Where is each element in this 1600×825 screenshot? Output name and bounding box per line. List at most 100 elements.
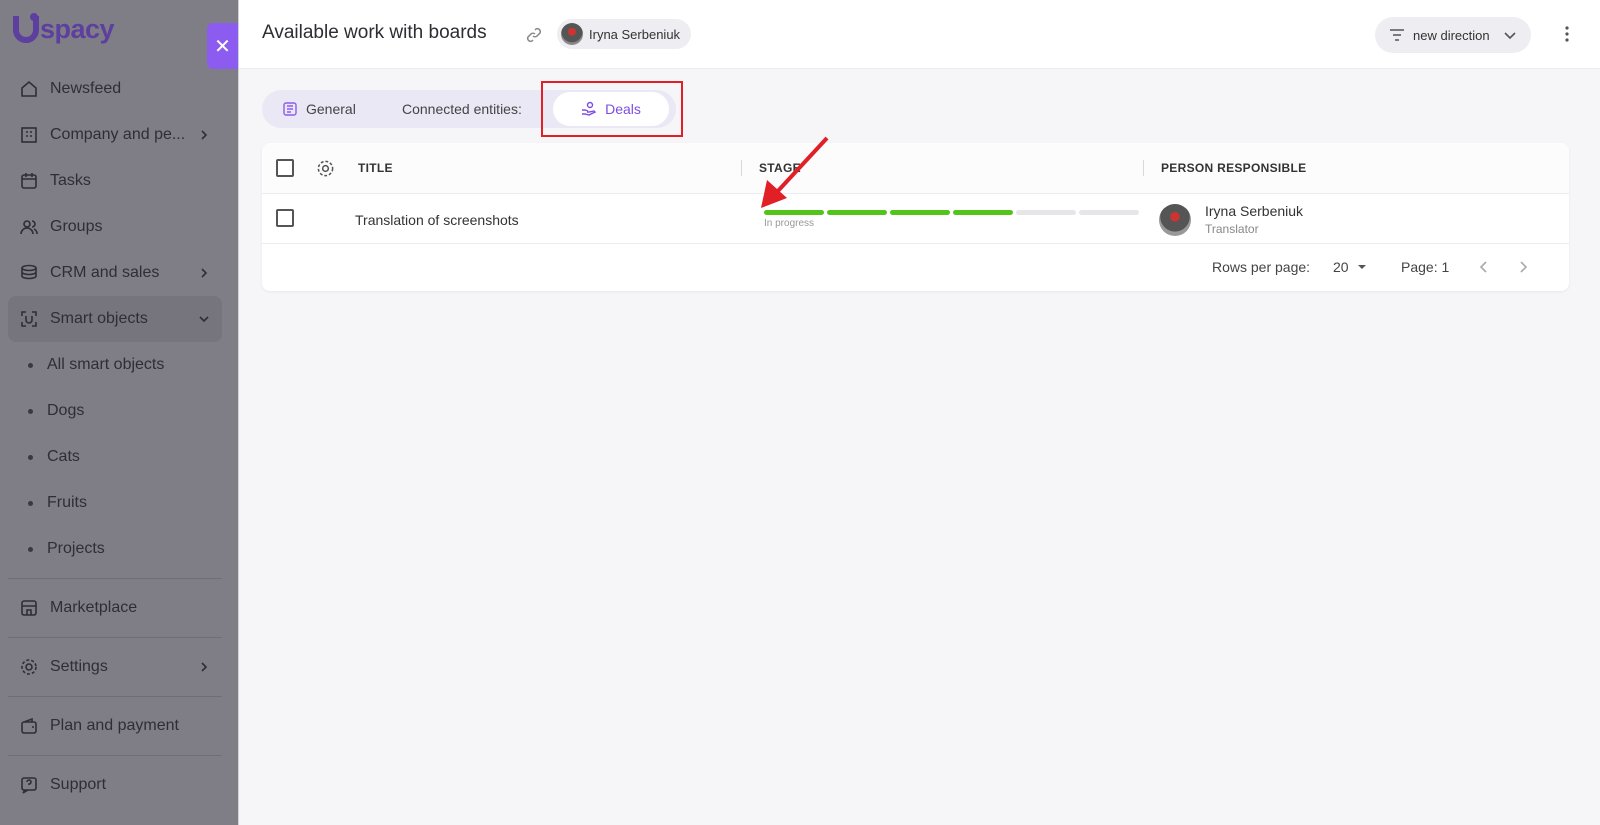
user-chip-name: Iryna Serbeniuk: [589, 26, 681, 42]
sidebar-item-marketplace[interactable]: Marketplace: [8, 585, 222, 631]
sidebar-item-crm[interactable]: CRM and sales: [8, 250, 222, 296]
logo-mark-icon: [13, 13, 39, 43]
column-divider: [741, 160, 742, 176]
bullet-icon: [28, 454, 33, 460]
home-icon: [18, 78, 40, 100]
red-arrow-annotation: [761, 136, 829, 208]
sidebar-item-label: Company and pe...: [50, 126, 186, 143]
gear-icon[interactable]: [316, 159, 335, 178]
sidebar-item-label: Support: [50, 776, 107, 793]
filter-icon: [1390, 29, 1404, 41]
stage-segment: [827, 210, 887, 215]
sidebar-nav: Newsfeed Company and pe... Tasks Groups …: [8, 66, 222, 808]
rows-per-page-select[interactable]: 20: [1333, 259, 1367, 275]
sidebar-item-company[interactable]: Company and pe...: [8, 112, 222, 158]
stage-segment: [953, 210, 1013, 215]
divider: [8, 755, 222, 756]
avatar: [1159, 203, 1191, 236]
sidebar-item-label: CRM and sales: [50, 264, 160, 281]
connected-entities-label: Connected entities:: [402, 101, 522, 117]
stage-label: In progress: [764, 218, 815, 229]
person-name: Iryna Serbeniuk: [1205, 203, 1304, 219]
table-header: TITLE STAGE PERSON RESPONSIBLE: [262, 143, 1569, 194]
deals-table: TITLE STAGE PERSON RESPONSIBLE Translati…: [262, 143, 1569, 291]
side-panel: Available work with boards Iryna Serbeni…: [238, 0, 1600, 825]
sidebar-subitem-dogs[interactable]: Dogs: [8, 388, 222, 434]
calendar-icon: [18, 170, 40, 192]
sidebar-item-label: Newsfeed: [50, 80, 122, 97]
stage-segment: [890, 210, 950, 215]
highlight-annotation: [541, 81, 683, 137]
sidebar-subitem-label: Dogs: [47, 402, 85, 419]
rows-per-page-label: Rows per page:: [1212, 259, 1311, 275]
sidebar-item-tasks[interactable]: Tasks: [8, 158, 222, 204]
coins-icon: [18, 262, 40, 284]
tab-general-label: General: [306, 101, 356, 117]
user-chip[interactable]: Iryna Serbeniuk: [557, 19, 692, 49]
divider: [8, 637, 222, 638]
sidebar-item-label: Tasks: [50, 172, 91, 189]
chevron-right-icon: [201, 662, 208, 672]
wallet-icon: [18, 715, 40, 737]
sidebar-item-label: Groups: [50, 218, 103, 235]
sidebar-item-label: Plan and payment: [50, 717, 179, 734]
direction-label: new direction: [1413, 27, 1490, 43]
stage-progress[interactable]: In progress: [764, 210, 1144, 229]
chevron-left-icon[interactable]: [1475, 258, 1493, 276]
sidebar-item-label: Smart objects: [50, 310, 148, 327]
sidebar-item-groups[interactable]: Groups: [8, 204, 222, 250]
sidebar-item-settings[interactable]: Settings: [8, 644, 222, 690]
deal-title-link[interactable]: Translation of screenshots: [355, 212, 519, 228]
sidebar-item-newsfeed[interactable]: Newsfeed: [8, 66, 222, 112]
close-panel-button[interactable]: ✕: [207, 23, 238, 69]
person-role: Translator: [1205, 222, 1259, 236]
sidebar-subitem-fruits[interactable]: Fruits: [8, 480, 222, 526]
gear-icon: [18, 656, 40, 678]
bullet-icon: [28, 362, 33, 368]
sidebar-subitem-label: Fruits: [47, 494, 87, 511]
sidebar-subitem-label: All smart objects: [47, 356, 165, 373]
sidebar-subitem-all-smart-objects[interactable]: All smart objects: [8, 342, 222, 388]
column-divider: [1143, 160, 1144, 176]
person-responsible[interactable]: Iryna Serbeniuk Translator: [1159, 203, 1303, 236]
sidebar-subitem-label: Cats: [47, 448, 80, 465]
direction-select[interactable]: new direction: [1375, 17, 1531, 53]
users-icon: [18, 216, 40, 238]
panel-header: Available work with boards Iryna Serbeni…: [239, 0, 1600, 69]
chevron-right-icon[interactable]: [1514, 258, 1532, 276]
column-header-title[interactable]: TITLE: [358, 161, 393, 175]
sidebar-item-support[interactable]: Support: [8, 762, 222, 808]
row-checkbox[interactable]: [276, 209, 294, 227]
sidebar-item-plan[interactable]: Plan and payment: [8, 703, 222, 749]
sidebar-subitem-label: Projects: [47, 540, 105, 557]
chevron-down-icon: [1504, 32, 1516, 40]
table-row[interactable]: Translation of screenshots In progress I…: [262, 194, 1569, 244]
rows-per-page-value: 20: [1333, 259, 1349, 275]
sidebar-item-label: Settings: [50, 658, 108, 675]
link-icon[interactable]: [525, 26, 543, 44]
sidebar-subitem-cats[interactable]: Cats: [8, 434, 222, 480]
document-icon: [283, 102, 297, 116]
building-icon: [18, 124, 40, 146]
bullet-icon: [28, 546, 33, 552]
sidebar-item-smart-objects[interactable]: Smart objects: [8, 296, 222, 342]
store-icon: [18, 597, 40, 619]
column-header-person[interactable]: PERSON RESPONSIBLE: [1161, 161, 1306, 175]
chevron-right-icon: [201, 130, 208, 140]
page-title: Available work with boards: [262, 22, 487, 43]
tab-general[interactable]: General: [282, 90, 356, 128]
logo-text: spacy: [40, 13, 115, 44]
caret-down-icon: [1357, 265, 1366, 269]
select-all-checkbox[interactable]: [276, 159, 294, 177]
bullet-icon: [28, 408, 33, 414]
chevron-right-icon: [201, 268, 208, 278]
stage-segment: [1016, 210, 1076, 215]
stage-segment: [764, 210, 824, 215]
avatar: [561, 23, 583, 45]
sidebar: spacy Newsfeed Company and pe... Tasks G…: [0, 0, 238, 825]
more-vertical-icon[interactable]: [1557, 24, 1577, 44]
logo[interactable]: spacy: [12, 12, 115, 46]
chevron-down-icon: [199, 316, 209, 323]
stage-bars: [764, 210, 1144, 215]
sidebar-subitem-projects[interactable]: Projects: [8, 526, 222, 572]
